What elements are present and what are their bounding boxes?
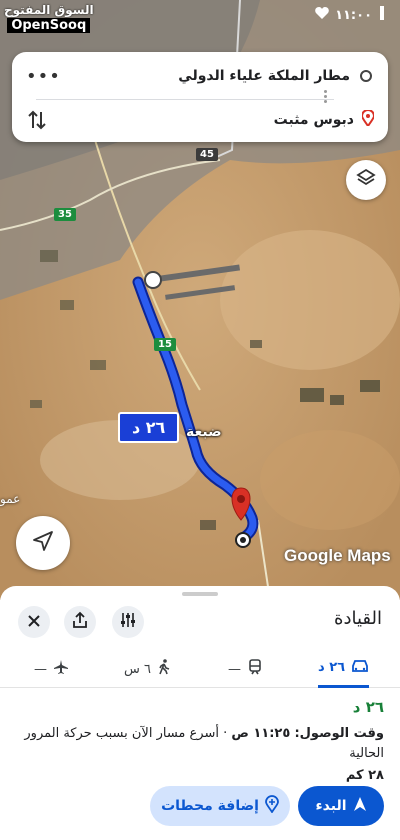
destination-field[interactable]: دبوس مثبت xyxy=(12,100,388,140)
close-icon xyxy=(27,613,41,632)
tab-walking[interactable]: ٦ س xyxy=(124,650,171,688)
share-icon xyxy=(72,611,88,633)
road-label-15: 15 xyxy=(154,338,176,351)
arrival-label: وقت الوصول: xyxy=(294,726,384,741)
route-distance: ٢٨ كم xyxy=(345,768,384,783)
close-button[interactable] xyxy=(18,606,50,638)
google-maps-logo: Google Maps xyxy=(284,546,391,565)
heart-icon xyxy=(315,7,329,23)
tab-flight[interactable]: — xyxy=(34,650,69,688)
directions-sheet: القيادة ٢٦ د — ٦ س — ٢٦ د وقت الوصول: ١١… xyxy=(0,586,400,840)
route-summary[interactable]: ٢٦ د وقت الوصول: ١١:٢٥ ص · أسرع مسار الآ… xyxy=(16,698,384,783)
status-time: ١١:٠٠ xyxy=(335,7,372,23)
tab-driving[interactable]: ٢٦ د xyxy=(318,650,370,688)
route-duration: ٢٦ د xyxy=(352,698,384,716)
tab-driving-label: ٢٦ د xyxy=(318,660,346,675)
map-view[interactable]: ١١:٠٠ السوق المفتوح OpenSooq مطار الملكة… xyxy=(0,0,400,600)
origin-text: مطار الملكة علياء الدولي xyxy=(178,68,350,84)
tab-transit-label: — xyxy=(228,661,241,677)
route-time-callout[interactable]: ٢٦ د xyxy=(118,412,180,443)
directions-card: مطار الملكة علياء الدولي دبوس مثبت ••• xyxy=(12,52,388,142)
add-stops-label: إضافة محطات xyxy=(161,798,259,814)
arrival-time: ١١:٢٥ ص xyxy=(231,726,291,741)
signal-icon xyxy=(378,6,386,24)
origin-field[interactable]: مطار الملكة علياء الدولي xyxy=(12,56,388,96)
more-options-icon[interactable]: ••• xyxy=(26,66,61,87)
airplane-icon xyxy=(53,659,69,679)
edge-town-label: عمو xyxy=(0,492,21,506)
location-pin-icon xyxy=(360,108,376,130)
route-options-button[interactable] xyxy=(112,606,144,638)
origin-marker xyxy=(144,271,162,289)
tab-transit[interactable]: — xyxy=(228,650,263,688)
navigation-arrow-icon xyxy=(32,530,54,556)
sheet-handle[interactable] xyxy=(182,592,218,596)
road-label-35: 35 xyxy=(54,208,76,221)
opensooq-watermark: السوق المفتوح OpenSooq xyxy=(4,4,94,33)
add-location-icon xyxy=(265,795,279,817)
add-stops-button[interactable]: إضافة محطات xyxy=(150,786,290,826)
car-icon xyxy=(351,659,369,677)
start-label: البدء xyxy=(315,798,347,814)
road-label-45: 45 xyxy=(196,148,218,161)
navigation-icon xyxy=(353,796,367,816)
town-label: ضبعة xyxy=(186,424,222,440)
layers-button[interactable] xyxy=(346,160,386,200)
share-button[interactable] xyxy=(64,606,96,638)
watermark-arabic: السوق المفتوح xyxy=(4,3,94,17)
travel-mode-tabs: ٢٦ د — ٦ س — xyxy=(0,650,400,688)
tune-icon xyxy=(119,612,137,632)
layers-icon xyxy=(356,168,376,192)
swap-icon[interactable] xyxy=(28,110,46,134)
recenter-button[interactable] xyxy=(16,516,70,570)
walking-icon xyxy=(157,659,171,679)
origin-dot-icon xyxy=(360,70,372,82)
start-button[interactable]: البدء xyxy=(298,786,384,826)
status-right: ١١:٠٠ xyxy=(315,6,386,24)
arrival-info: وقت الوصول: ١١:٢٥ ص · أسرع مسار الآن بسب… xyxy=(16,724,384,764)
tab-flight-label: — xyxy=(34,661,47,677)
tab-walking-label: ٦ س xyxy=(124,661,151,677)
sheet-title: القيادة xyxy=(334,608,382,629)
destination-text: دبوس مثبت xyxy=(273,112,354,128)
watermark-brand: OpenSooq xyxy=(7,18,91,33)
train-icon xyxy=(247,659,263,679)
